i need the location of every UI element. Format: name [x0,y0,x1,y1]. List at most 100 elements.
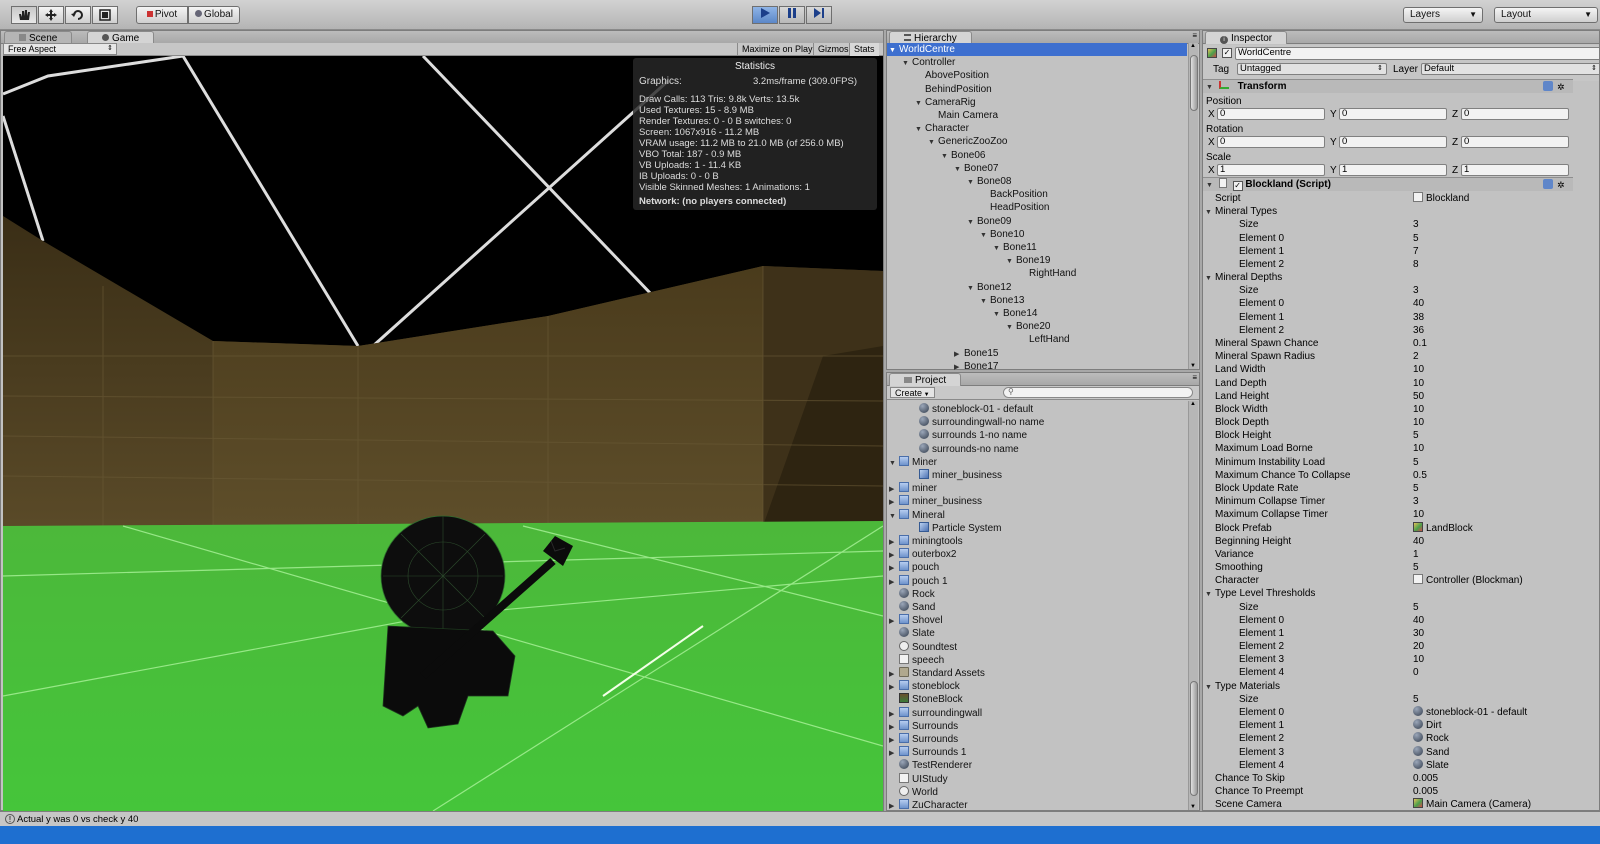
project-item[interactable]: ▶ Surrounds [889,733,958,746]
foldout-closed-icon[interactable]: ▶ [889,747,899,760]
hierarchy-item[interactable]: ▼ Bone13 [980,294,1024,307]
stats-toggle[interactable]: Stats [849,43,879,56]
project-item[interactable]: ▶ Surrounds 1 [889,746,966,759]
property-value[interactable]: 5 [1413,693,1419,706]
project-item[interactable]: ▶ stoneblock [889,680,960,693]
property-row[interactable]: Beginning Height 40 [1203,535,1573,548]
property-row[interactable]: Element 0 5 [1203,232,1573,245]
position-y-field[interactable]: 0 [1339,108,1447,120]
property-value[interactable]: 0.005 [1413,785,1438,798]
property-row[interactable]: Mineral Spawn Radius 2 [1203,350,1573,363]
script-component-header[interactable]: ▼ ✓ Blockland (Script) ✲ [1203,177,1573,191]
project-item[interactable]: surrounds-no name [909,442,1019,456]
property-value[interactable]: 10 [1413,403,1424,416]
property-value[interactable]: 30 [1413,627,1424,640]
settings-gear-icon[interactable]: ✲ [1557,178,1565,192]
project-item[interactable]: ▶ ZuCharacter [889,799,968,810]
property-row[interactable]: Size 3 [1203,218,1573,231]
hierarchy-item[interactable]: ▼ Controller [902,56,955,69]
project-item[interactable]: StoneBlock [889,693,963,706]
project-item[interactable]: ▶ outerbox2 [889,548,956,561]
pause-button[interactable] [779,6,805,24]
scale-x-field[interactable]: 1 [1217,164,1325,176]
play-button[interactable] [752,6,778,24]
foldout-open-icon[interactable]: ▼ [889,44,899,57]
property-row[interactable]: Maximum Load Borne 10 [1203,442,1573,455]
foldout-closed-icon[interactable]: ▶ [889,549,899,562]
property-row[interactable]: Element 4 Slate [1203,758,1573,772]
foldout-closed-icon[interactable]: ▶ [889,708,899,721]
property-row[interactable]: Maximum Collapse Timer 10 [1203,508,1573,521]
hierarchy-item[interactable]: ▶ Bone15 [954,347,998,360]
property-row[interactable]: Element 0 40 [1203,614,1573,627]
property-value[interactable]: 2 [1413,350,1419,363]
script-enabled-checkbox[interactable]: ✓ [1232,181,1243,191]
hierarchy-item[interactable]: ▼ Bone11 [993,241,1037,254]
step-button[interactable] [806,6,832,24]
project-item[interactable]: ▶ surroundingwall [889,706,982,721]
property-row[interactable]: ▼ Type Materials [1203,680,1573,693]
hierarchy-item[interactable]: HeadPosition [980,201,1049,214]
property-value[interactable]: 20 [1413,640,1424,653]
property-value[interactable]: Rock [1413,732,1449,745]
help-icon[interactable] [1543,179,1553,189]
foldout-open-icon[interactable]: ▼ [889,457,899,470]
tab-project[interactable]: Project [889,373,962,386]
foldout-closed-icon[interactable]: ▶ [889,536,899,549]
property-row[interactable]: Element 1 30 [1203,627,1573,640]
project-item[interactable]: Soundtest [889,640,957,654]
property-row[interactable]: Element 1 7 [1203,245,1573,258]
hierarchy-item[interactable]: ▶ Bone17 [954,360,998,371]
property-row[interactable]: Chance To Skip 0.005 [1203,772,1573,785]
scroll-down-icon[interactable]: ▼ [1190,363,1196,369]
property-row[interactable]: Land Depth 10 [1203,377,1573,390]
status-bar[interactable]: ! Actual y was 0 vs check y 40 [0,811,1600,826]
foldout-open-icon[interactable]: ▼ [915,123,925,136]
panel-menu-icon[interactable]: ≡ [1192,373,1197,382]
hierarchy-item[interactable]: ▼ Character [915,122,969,135]
hierarchy-scrollbar[interactable]: ▲ ▼ [1188,43,1198,369]
property-value[interactable]: 3 [1413,284,1419,297]
project-item[interactable]: ▶ miner_business [889,495,982,508]
property-row[interactable]: Chance To Preempt 0.005 [1203,785,1573,798]
create-dropdown[interactable]: Create ▼ [890,387,935,398]
property-row[interactable]: Smoothing 5 [1203,561,1573,574]
foldout-closed-icon[interactable]: ▶ [889,681,899,694]
project-item[interactable]: ▶ miningtools [889,535,963,548]
foldout-closed-icon[interactable]: ▶ [889,496,899,509]
property-value[interactable]: 10 [1413,442,1424,455]
property-row[interactable]: Element 3 Sand [1203,745,1573,759]
property-value[interactable]: 5 [1413,232,1419,245]
project-item[interactable]: ▶ Standard Assets [889,667,985,680]
property-row[interactable]: Minimum Collapse Timer 3 [1203,495,1573,508]
project-item[interactable]: ▶ Surrounds [889,719,958,733]
property-row[interactable]: Block Update Rate 5 [1203,482,1573,495]
hierarchy-item[interactable]: BehindPosition [915,83,992,96]
property-value[interactable]: 40 [1413,614,1424,627]
foldout-arrow-icon[interactable]: ▼ [1205,206,1215,219]
rotation-z-field[interactable]: 0 [1461,136,1569,148]
layer-dropdown[interactable]: Default ⇕ [1421,63,1599,75]
property-value[interactable]: 5 [1413,482,1419,495]
hierarchy-item[interactable]: ▼ Bone09 [967,215,1011,228]
scale-z-field[interactable]: 1 [1461,164,1569,176]
hierarchy-item[interactable]: ▼ Bone08 [967,175,1011,188]
foldout-open-icon[interactable]: ▼ [967,282,977,295]
property-row[interactable]: Maximum Chance To Collapse 0.5 [1203,469,1573,482]
property-value[interactable]: 1 [1413,548,1419,561]
hierarchy-item[interactable]: ▼ Bone06 [941,149,985,162]
property-row[interactable]: Size 3 [1203,284,1573,297]
property-row[interactable]: ▼ Mineral Types [1203,205,1573,218]
property-row[interactable]: Size 5 [1203,601,1573,614]
property-value[interactable]: 40 [1413,535,1424,548]
foldout-open-icon[interactable]: ▼ [980,295,990,308]
property-value[interactable]: 5 [1413,561,1419,574]
property-value[interactable]: Dirt [1413,719,1442,732]
foldout-closed-icon[interactable]: ▶ [954,348,964,361]
property-value[interactable]: 0 [1413,666,1419,679]
property-row[interactable]: Element 2 20 [1203,640,1573,653]
property-value[interactable]: 5 [1413,429,1419,442]
foldout-open-icon[interactable]: ▼ [889,510,899,523]
maximize-on-play-toggle[interactable]: Maximize on Play [737,43,817,56]
foldout-open-icon[interactable]: ▼ [967,216,977,229]
